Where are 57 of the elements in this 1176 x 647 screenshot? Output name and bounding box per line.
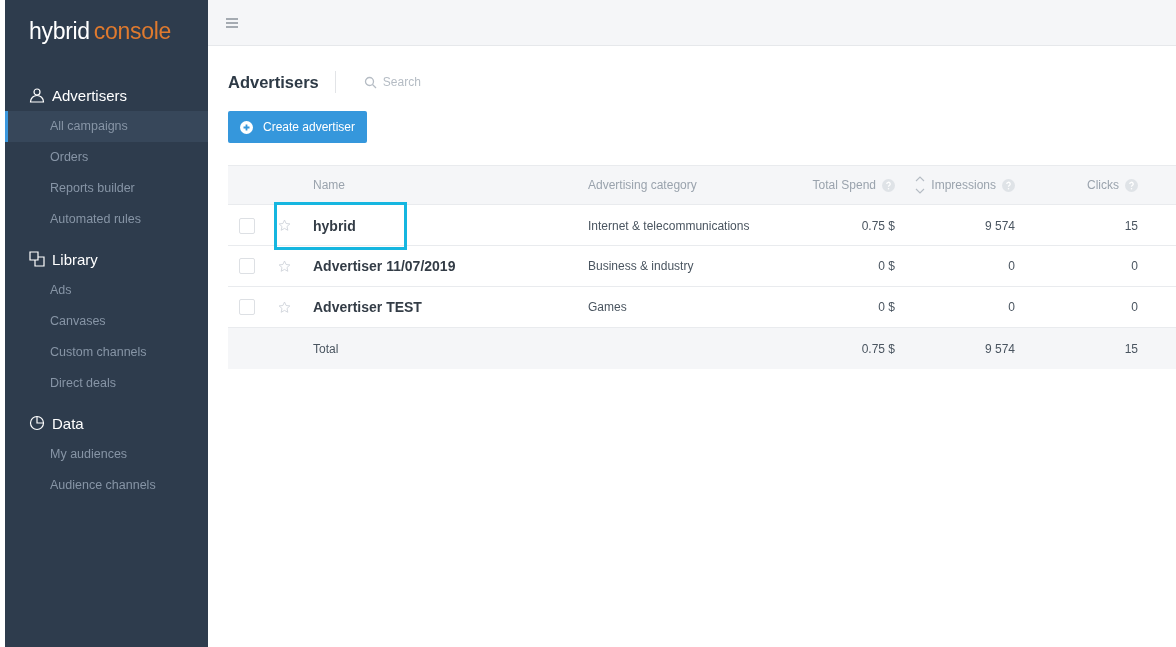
table-cell: 0 $ xyxy=(878,300,895,314)
table-cell: 0 xyxy=(1131,259,1138,273)
help-icon[interactable] xyxy=(882,178,895,192)
sidebar-item[interactable]: All campaigns xyxy=(5,111,208,142)
table-cell: 0 xyxy=(1131,300,1138,314)
table-cell: 0.75 $ xyxy=(861,218,895,233)
pie-chart-icon xyxy=(29,415,45,431)
table-cell: 0 xyxy=(1008,259,1015,273)
sidebar-item[interactable]: Reports builder xyxy=(5,173,208,204)
section-title: Library xyxy=(52,250,98,268)
sidebar-item[interactable]: Canvases xyxy=(5,306,208,337)
column-header[interactable]: Impressions xyxy=(915,175,1015,195)
star-icon[interactable] xyxy=(278,259,291,273)
sidebar-item[interactable]: Direct deals xyxy=(5,368,208,399)
table-cell: Games xyxy=(588,300,627,314)
squares-icon xyxy=(29,251,45,267)
sidebar-item[interactable]: Audience channels xyxy=(5,470,208,501)
create-advertiser-button[interactable]: Create advertiser xyxy=(228,111,368,143)
advertiser-name-link[interactable]: Advertiser 11/07/2019 xyxy=(313,258,456,274)
table-cell: 0 $ xyxy=(878,259,895,273)
row-checkbox[interactable] xyxy=(239,217,255,234)
row-checkbox[interactable] xyxy=(239,258,255,274)
sidebar-item[interactable]: Ads xyxy=(5,275,208,306)
sort-icon[interactable] xyxy=(915,175,926,195)
column-header[interactable]: Clicks xyxy=(1087,178,1138,192)
table-cell: 15 xyxy=(1124,218,1138,233)
table-cell: Internet & telecommunications xyxy=(588,218,750,233)
table-cell: 15 xyxy=(1124,341,1138,356)
sidebar-item[interactable]: Custom channels xyxy=(5,337,208,368)
advertiser-name-link[interactable]: Advertiser TEST xyxy=(313,299,422,315)
section-title: Advertisers xyxy=(52,86,128,104)
menu-icon[interactable] xyxy=(226,17,238,28)
plus-circle-icon xyxy=(240,120,253,134)
search-icon xyxy=(363,75,377,89)
person-icon xyxy=(29,87,45,103)
column-header[interactable]: Total Spend xyxy=(812,178,895,192)
sidebar-item[interactable]: Orders xyxy=(5,142,208,173)
logo-text: console xyxy=(93,18,172,45)
table-cell: 0 xyxy=(1008,300,1015,314)
logo-text: hybrid xyxy=(29,18,90,45)
help-icon[interactable] xyxy=(1125,178,1138,192)
sidebar-item[interactable]: My audiences xyxy=(5,439,208,470)
table-cell: 0.75 $ xyxy=(861,341,895,356)
column-header[interactable]: Name xyxy=(313,178,345,192)
star-icon[interactable] xyxy=(278,300,291,314)
column-header[interactable]: Advertising category xyxy=(588,178,697,192)
section-title: Data xyxy=(52,414,84,432)
sidebar-item[interactable]: Automated rules xyxy=(5,204,208,235)
table-cell: 9 574 xyxy=(984,218,1015,233)
row-checkbox[interactable] xyxy=(239,299,255,315)
star-icon[interactable] xyxy=(278,219,291,232)
help-icon[interactable] xyxy=(1002,178,1015,192)
table-cell: 9 574 xyxy=(984,341,1015,356)
advertiser-name-link[interactable]: hybrid xyxy=(274,202,407,250)
table-cell: Total xyxy=(313,341,339,356)
page-title: Advertisers xyxy=(228,72,319,92)
table-cell: Business & industry xyxy=(588,259,694,273)
